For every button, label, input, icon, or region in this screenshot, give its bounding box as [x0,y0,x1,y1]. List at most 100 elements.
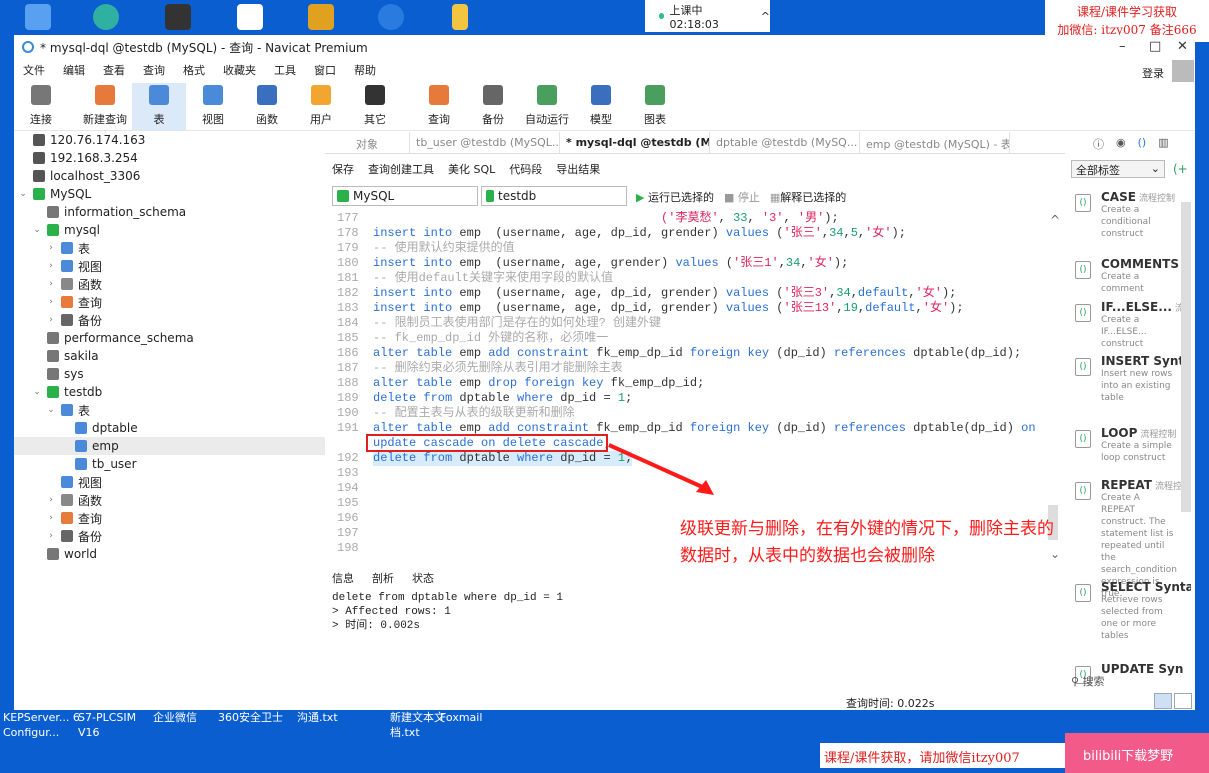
chevron-icon[interactable]: ⌄ [46,405,56,415]
layout-left-button[interactable] [1154,693,1172,709]
editor-tab[interactable]: dptable @testdb (MySQ... [710,132,860,153]
database-select[interactable]: testdb [481,186,627,206]
desktop-icon-label[interactable]: S7-PLCSIM V16 [78,710,156,740]
toolbar-button[interactable]: 查询 [412,83,466,130]
result-tab[interactable]: 信息 [332,570,354,586]
chevron-icon[interactable]: › [46,513,56,523]
query-toolbar-button[interactable]: 导出结果 [556,161,600,177]
menu-item[interactable]: 编辑 [54,62,94,82]
result-tab[interactable]: 状态 [412,570,434,586]
tree-node[interactable]: ⌄ 表 [14,401,325,419]
menu-item[interactable]: 格式 [174,62,214,82]
tree-node[interactable]: 120.76.174.163 [14,131,325,149]
tree-node[interactable]: localhost_3306 [14,167,325,185]
tree-node[interactable]: performance_schema [14,329,325,347]
snippet-item[interactable]: () IF...ELSE...流程Create a IF...ELSE... co… [1075,300,1191,350]
tree-node[interactable]: sakila [14,347,325,365]
chevron-icon[interactable]: ⌄ [18,189,28,199]
tree-node[interactable]: › 备份 [14,527,325,545]
tree-node[interactable]: › 查询 [14,293,325,311]
chevron-icon[interactable]: › [46,495,56,505]
query-toolbar-button[interactable]: 代码段 [509,161,542,177]
desktop-icon-label[interactable]: 360安全卫士 [218,710,296,725]
bilibili-badge[interactable]: bilibili下载梦野 [1065,733,1209,773]
toolbar-button[interactable]: 图表 [628,83,682,130]
tree-node[interactable]: 192.168.3.254 [14,149,325,167]
toolbar-button[interactable]: 模型 [574,83,628,130]
desktop-icon-label[interactable]: KEPServer... 6 Configur... [3,710,81,740]
desktop-icon-app[interactable] [237,4,263,30]
toolbar-button[interactable]: 连接 [14,83,68,130]
chevron-up-icon[interactable]: ^ [761,10,770,23]
run-selected-button[interactable]: ▶ 运行已选择的 [636,189,714,205]
add-snippet-icon[interactable]: (+ [1173,162,1188,176]
minimize-button[interactable]: – [1119,39,1126,54]
editor-tab[interactable]: emp @testdb (MySQL) - 表 [860,132,1010,153]
toolbar-button[interactable]: 表 [132,83,186,130]
snippet-item[interactable]: () LOOP 流程控制 Create a simple loop construct [1075,426,1191,464]
maximize-button[interactable]: □ [1149,39,1161,54]
avatar[interactable] [1172,60,1194,82]
desktop-icon-folder[interactable] [452,4,468,30]
code-snippet-icon[interactable]: () [1138,136,1147,152]
tree-node[interactable]: ⌄ testdb [14,383,325,401]
tree-node[interactable]: 视图 [14,473,325,491]
stop-button[interactable]: ■ 停止 [724,189,760,205]
chevron-icon[interactable]: › [46,243,56,253]
snippet-item[interactable]: () CASE 流程控制 Create a conditional construct [1075,190,1191,240]
live-status-pill[interactable]: 上课中 02:18:03 ^ [645,0,770,32]
layout-right-button[interactable] [1174,693,1192,709]
tree-node[interactable]: ⌄ mysql [14,221,325,239]
desktop-icon-edge[interactable] [93,4,119,30]
chevron-icon[interactable]: ⌄ [32,225,42,235]
result-tab[interactable]: 剖析 [372,570,394,586]
menu-item[interactable]: 窗口 [305,62,345,82]
editor-tab[interactable]: * mysql-dql @testdb (My... [560,132,710,153]
chevron-icon[interactable]: ⌄ [32,387,42,397]
tree-node[interactable]: › 备份 [14,311,325,329]
toolbar-button[interactable]: 自动运行 [520,83,574,130]
chevron-icon[interactable]: › [46,297,56,307]
menu-item[interactable]: 收藏夹 [214,62,265,82]
tree-node[interactable]: emp [14,437,325,455]
desktop-icon-label[interactable]: Foxmail [440,710,518,725]
desktop-icon-app2[interactable] [308,4,334,30]
snippet-item[interactable]: () SELECT Synta Retrieve rows selected fro… [1075,580,1191,642]
tree-node[interactable]: › 查询 [14,509,325,527]
editor-tab[interactable]: tb_user @testdb (MySQL... [410,132,560,153]
scroll-up-icon[interactable]: ^ [1050,213,1060,227]
tree-node[interactable]: information_schema [14,203,325,221]
tree-node[interactable]: › 函数 [14,275,325,293]
layout-icon[interactable]: ▥ [1158,136,1168,152]
chevron-icon[interactable]: › [46,261,56,271]
connection-select[interactable]: MySQL [332,186,478,206]
toolbar-button[interactable]: 用户 [294,83,348,130]
chevron-icon[interactable]: › [46,279,56,289]
info-icon[interactable]: ⓘ [1093,136,1104,152]
editor-tab[interactable]: 对象 [325,132,410,153]
explain-selected-button[interactable]: ▦解释已选择的 [770,189,846,205]
toolbar-button[interactable]: 其它 [348,83,402,130]
chevron-icon[interactable]: › [46,531,56,541]
eye-icon[interactable]: ◉ [1116,136,1126,152]
snippet-item[interactable]: () COMMENTS Create a comment [1075,257,1191,295]
menu-item[interactable]: 查询 [134,62,174,82]
query-toolbar-button[interactable]: 保存 [332,161,354,177]
toolbar-button[interactable]: 新建查询 [78,83,132,130]
chevron-icon[interactable]: › [46,315,56,325]
tree-node[interactable]: world [14,545,325,563]
tree-node[interactable]: dptable [14,419,325,437]
toolbar-button[interactable]: 视图 [186,83,240,130]
tree-node[interactable]: tb_user [14,455,325,473]
snippet-scrollbar[interactable] [1181,202,1191,512]
tree-node[interactable]: › 函数 [14,491,325,509]
query-toolbar-button[interactable]: 美化 SQL [448,161,495,177]
desktop-icon-k[interactable] [378,4,404,30]
snippet-item[interactable]: () INSERT Synta Insert new rows into an ex… [1075,354,1191,404]
toolbar-button[interactable]: 函数 [240,83,294,130]
tree-node[interactable]: ⌄ MySQL [14,185,325,203]
tree-node[interactable]: sys [14,365,325,383]
tag-filter-select[interactable]: 全部标签 ⌄ [1071,160,1165,178]
toolbar-button[interactable]: 备份 [466,83,520,130]
menu-item[interactable]: 文件 [14,62,54,82]
